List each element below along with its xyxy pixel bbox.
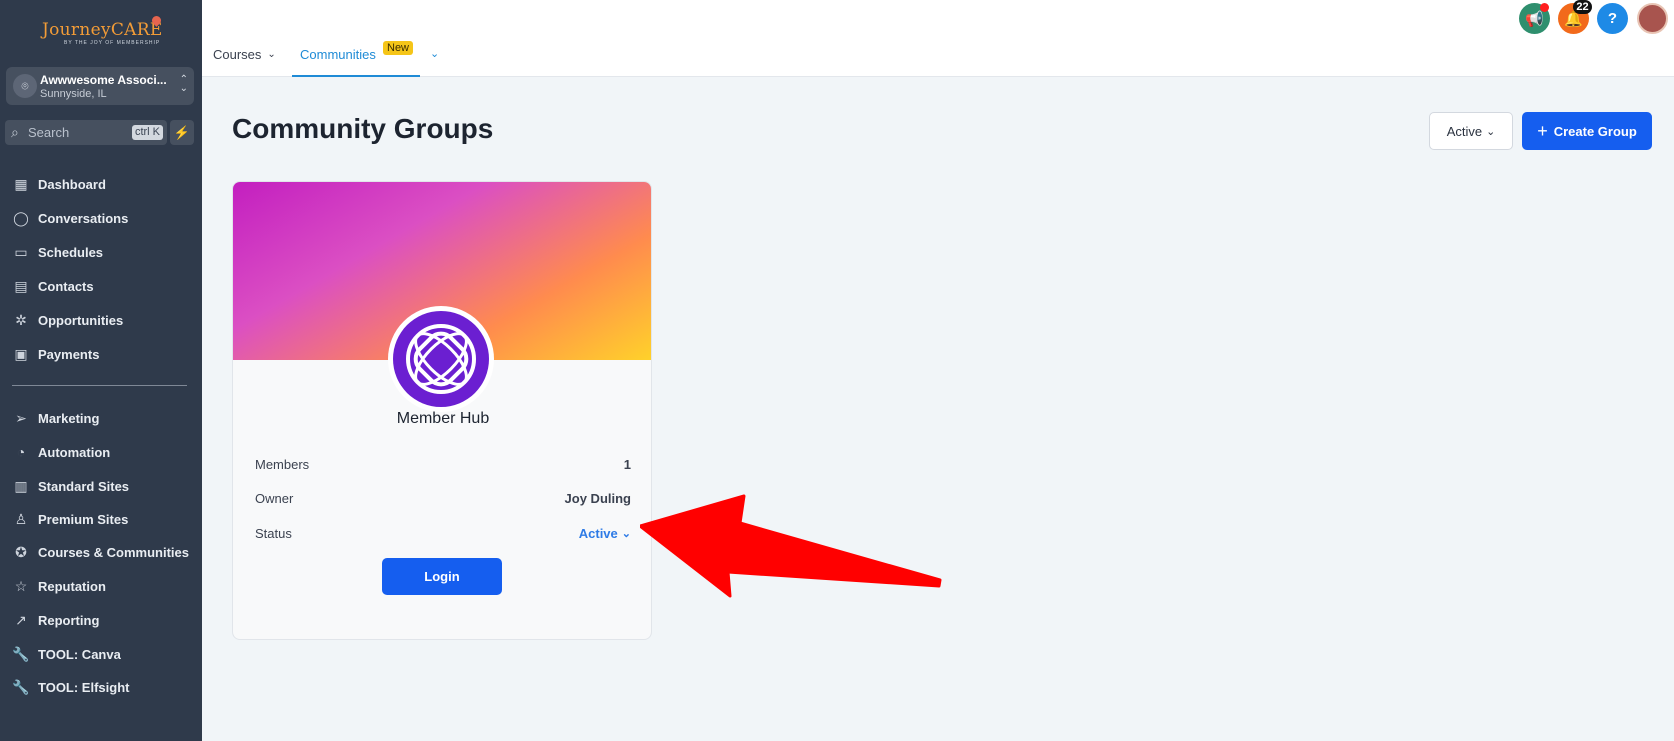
status-row: Status Active ⌄ <box>255 526 631 541</box>
members-label: Members <box>255 457 310 472</box>
sidebar-item-label: Marketing <box>38 410 100 426</box>
sidebar-item-label: Dashboard <box>38 176 106 192</box>
sidebar-item-automation[interactable]: ◔ Automation <box>12 440 110 464</box>
tab-courses[interactable]: Courses ⌄ <box>213 47 276 62</box>
sidebar-item-label: Courses & Communities <box>38 544 189 560</box>
help-icon[interactable]: ? <box>1597 3 1628 34</box>
annotation-arrow-icon <box>640 494 942 598</box>
logo-text: JourneyCARE <box>42 20 163 40</box>
sidebar-item-courses-communities[interactable]: ✪ Courses & Communities <box>12 540 189 564</box>
sidebar-item-label: Automation <box>38 444 111 460</box>
members-row: Members 1 <box>255 457 631 472</box>
chevron-down-icon: ⌄ <box>1486 125 1496 138</box>
sidebar-item-label: TOOL: Canva <box>38 646 121 662</box>
contacts-icon: ▤ <box>14 277 28 294</box>
wrench-icon: 🔧 <box>12 645 30 662</box>
sidebar-item-tool-elfsight[interactable]: 🔧 TOOL: Elfsight <box>12 675 129 699</box>
send-icon: ➢ <box>15 409 27 426</box>
star-icon: ☆ <box>14 577 28 594</box>
notification-count: 22 <box>1573 0 1592 14</box>
status-label: Status <box>255 526 292 541</box>
new-badge: New <box>383 41 414 55</box>
premium-icon: ♙ <box>14 510 28 527</box>
sidebar-item-label: Conversations <box>38 210 129 226</box>
search-placeholder: Search <box>28 125 70 140</box>
sidebar-item-label: Reporting <box>38 612 100 628</box>
group-logo-icon <box>393 311 489 407</box>
owner-label: Owner <box>255 491 294 506</box>
chevron-updown-icon: ⌃ ⌄ <box>179 74 188 94</box>
account-name: Awwwesome Associ... <box>40 73 167 87</box>
sites-icon: ▥ <box>14 477 28 494</box>
status-dropdown[interactable]: Active ⌄ <box>579 526 631 541</box>
group-card: Member Hub Members 1 Owner Joy Duling St… <box>232 181 652 640</box>
award-icon: ✪ <box>15 543 27 560</box>
location-icon: ⌾ <box>13 74 37 98</box>
tab-label: Courses <box>213 47 262 62</box>
sidebar-item-tool-canva[interactable]: 🔧 TOOL: Canva <box>12 642 121 666</box>
create-group-label: Create Group <box>1553 123 1637 139</box>
opportunities-icon: ✲ <box>15 311 27 328</box>
page-title: Community Groups <box>232 113 494 144</box>
unread-dot <box>1540 3 1549 12</box>
sidebar-item-label: Contacts <box>38 278 94 294</box>
quick-action-bolt-icon[interactable]: ⚡ <box>170 120 194 145</box>
search-icon: ⌕ <box>11 124 19 140</box>
sidebar-item-label: TOOL: Elfsight <box>38 679 130 695</box>
brand-logo[interactable]: JourneyCARE BY THE JOY OF MEMBERSHIP <box>34 14 174 50</box>
sidebar-item-contacts[interactable]: ▤ Contacts <box>12 274 94 298</box>
group-name: Member Hub <box>396 410 490 427</box>
owner-row: Owner Joy Duling <box>255 491 631 506</box>
chevron-down-icon: ⌄ <box>267 49 276 60</box>
wrench-icon: 🔧 <box>12 678 30 695</box>
sidebar-item-dashboard[interactable]: ▦ Dashboard <box>12 172 106 196</box>
sidebar-divider <box>12 385 187 386</box>
top-bar: Courses ⌄ Communities New ⌄ <box>202 0 1674 77</box>
trend-icon: ↗ <box>15 611 27 628</box>
sidebar-item-opportunities[interactable]: ✲ Opportunities <box>12 308 123 332</box>
tab-communities[interactable]: Communities <box>300 47 376 62</box>
calendar-icon: ▭ <box>14 243 28 260</box>
active-tab-indicator <box>292 75 420 77</box>
create-group-button[interactable]: + Create Group <box>1522 112 1652 150</box>
sidebar-item-standard-sites[interactable]: ▥ Standard Sites <box>12 474 129 498</box>
sidebar-item-reputation[interactable]: ☆ Reputation <box>12 574 106 598</box>
account-switcher[interactable]: ⌾ Awwwesome Associ... Sunnyside, IL ⌃ ⌄ <box>6 67 194 105</box>
chevron-down-icon: ⌄ <box>621 528 631 540</box>
avatar[interactable] <box>1637 3 1668 34</box>
chat-icon: ◯ <box>13 209 29 226</box>
sidebar-item-marketing[interactable]: ➢ Marketing <box>12 406 99 430</box>
owner-value: Joy Duling <box>564 491 631 506</box>
account-location: Sunnyside, IL <box>40 88 107 100</box>
sidebar-item-label: Premium Sites <box>38 511 129 527</box>
sidebar-item-schedules[interactable]: ▭ Schedules <box>12 240 103 264</box>
sidebar-item-label: Reputation <box>38 578 106 594</box>
group-logo <box>388 306 494 412</box>
plus-icon: + <box>1537 120 1548 141</box>
sidebar-item-payments[interactable]: ▣ Payments <box>12 342 99 366</box>
dashboard-icon: ▦ <box>14 175 28 192</box>
search-shortcut: ctrl K <box>131 125 163 140</box>
search-input[interactable]: ⌕ Search ctrl K <box>5 120 167 145</box>
sidebar-item-conversations[interactable]: ◯ Conversations <box>12 206 128 230</box>
login-button[interactable]: Login <box>382 558 502 595</box>
sidebar-item-label: Payments <box>38 346 100 362</box>
members-value: 1 <box>623 457 631 472</box>
filter-label: Active <box>1446 123 1483 139</box>
sidebar-item-label: Standard Sites <box>38 478 130 494</box>
status-filter-dropdown[interactable]: Active ⌄ <box>1429 112 1513 150</box>
sidebar-item-reporting[interactable]: ↗ Reporting <box>12 608 99 632</box>
sidebar-item-premium-sites[interactable]: ♙ Premium Sites <box>12 507 129 531</box>
sidebar: JourneyCARE BY THE JOY OF MEMBERSHIP ⌾ A… <box>0 0 202 741</box>
status-value: Active <box>578 526 618 541</box>
sidebar-item-label: Schedules <box>38 244 104 260</box>
payments-icon: ▣ <box>14 345 28 362</box>
logo-tagline: BY THE JOY OF MEMBERSHIP <box>64 40 161 46</box>
tab-label: Communities <box>300 47 376 62</box>
sidebar-item-label: Opportunities <box>38 312 124 328</box>
automation-icon: ◔ <box>16 444 26 460</box>
chevron-down-icon[interactable]: ⌄ <box>430 47 439 60</box>
